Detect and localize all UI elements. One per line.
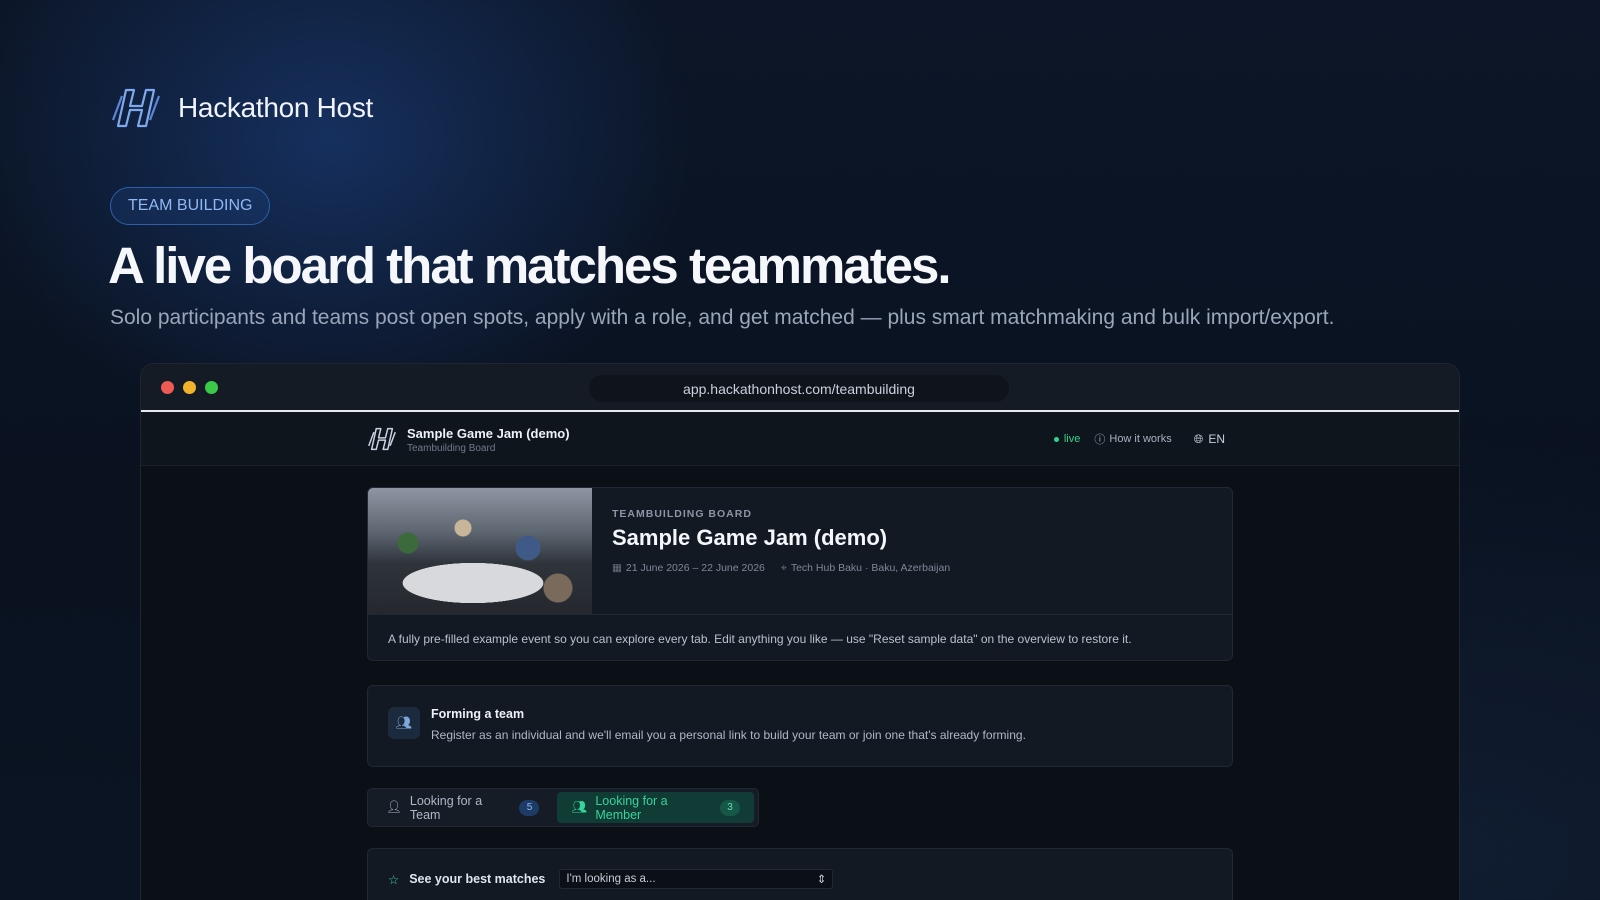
globe-icon: 🌐︎: [1193, 431, 1204, 446]
headline: A live board that matches teammates.: [108, 237, 952, 294]
event-title: Sample Game Jam (demo): [612, 525, 888, 550]
live-dot-icon: [1053, 436, 1059, 442]
app-header-actions: live ⓘ How it works 🌐︎ EN: [1053, 431, 1225, 447]
app-viewport: Sample Game Jam (demo) Teambuilding Boar…: [141, 412, 1459, 900]
language-label: EN: [1208, 432, 1225, 446]
users-icon: 👥︎: [571, 800, 588, 814]
role-select[interactable]: I'm looking as a... ⇕: [559, 869, 834, 889]
section-pill: TEAM BUILDING: [110, 187, 271, 225]
address-bar[interactable]: app.hackathonhost.com/teambuilding: [589, 375, 1009, 402]
tab-label: Looking for a Member: [595, 793, 668, 822]
forming-text: Register as an individual and we'll emai…: [431, 728, 1026, 742]
best-matches-label: See your best matches: [409, 872, 546, 886]
count-badge: 5: [519, 799, 540, 816]
language-switcher[interactable]: 🌐︎ EN: [1194, 432, 1225, 447]
event-location-text: Tech Hub Baku · Baku, Azerbaijan: [790, 562, 951, 574]
users-icon: 👥︎: [388, 707, 420, 739]
board-tabs: 👤︎ Looking for a Team 5 👥︎ Looking for a…: [367, 788, 759, 827]
event-description: A fully pre-filled example event so you …: [368, 614, 1232, 660]
app-event-title: Sample Game Jam (demo): [407, 426, 570, 441]
count-badge: 3: [720, 799, 740, 816]
user-icon: 👤︎: [386, 800, 402, 814]
event-location: ⌖ Tech Hub Baku · Baku, Azerbaijan: [781, 562, 950, 575]
window-controls: [161, 381, 218, 394]
event-photo: [368, 488, 592, 614]
live-label: live: [1063, 433, 1081, 445]
minimize-window-dot[interactable]: [183, 381, 196, 394]
how-it-works-label: How it works: [1109, 433, 1172, 445]
close-window-dot[interactable]: [161, 381, 174, 394]
app-logo-icon: [368, 427, 396, 451]
live-indicator: live: [1053, 433, 1081, 445]
event-kicker: TEAMBUILDING BOARD: [612, 508, 752, 520]
tab-looking-for-member[interactable]: 👥︎ Looking for a Member 3: [557, 792, 754, 823]
forming-team-card: 👥︎ Forming a team Register as an individ…: [367, 685, 1233, 767]
event-dates-text: 21 June 2026 – 22 June 2026: [625, 562, 765, 574]
how-it-works-link[interactable]: ⓘ How it works: [1094, 431, 1171, 447]
brand: Hackathon Host: [110, 86, 373, 130]
event-card: TEAMBUILDING BOARD Sample Game Jam (demo…: [367, 487, 1233, 661]
browser-window: app.hackathonhost.com/teambuilding Sampl…: [140, 363, 1460, 900]
brand-name: Hackathon Host: [178, 92, 374, 123]
best-matches-card: ☆ See your best matches I'm looking as a…: [367, 848, 1233, 900]
best-matches-row: ☆ See your best matches I'm looking as a…: [388, 869, 834, 889]
tab-looking-for-team[interactable]: 👤︎ Looking for a Team 5: [372, 792, 553, 823]
hackathon-host-logo-icon: [111, 88, 161, 128]
calendar-icon: ▦: [612, 562, 622, 574]
app-header: Sample Game Jam (demo) Teambuilding Boar…: [141, 412, 1459, 466]
chevron-up-down-icon: ⇕: [816, 874, 827, 886]
browser-chrome: app.hackathonhost.com/teambuilding: [141, 364, 1459, 412]
app-event-subtitle: Teambuilding Board: [407, 443, 496, 454]
event-dates: ▦ 21 June 2026 – 22 June 2026: [612, 562, 765, 575]
tab-label: Looking for a Team: [409, 793, 483, 822]
location-pin-icon: ⌖: [780, 562, 787, 574]
event-meta: ▦ 21 June 2026 – 22 June 2026 ⌖ Tech Hub B…: [612, 562, 950, 575]
maximize-window-dot[interactable]: [205, 381, 218, 394]
role-select-value: I'm looking as a...: [566, 873, 656, 885]
star-icon: ☆: [388, 872, 400, 887]
subheadline: Solo participants and teams post open sp…: [110, 306, 1335, 329]
info-icon: ⓘ: [1094, 434, 1106, 446]
forming-title: Forming a team: [431, 707, 525, 721]
